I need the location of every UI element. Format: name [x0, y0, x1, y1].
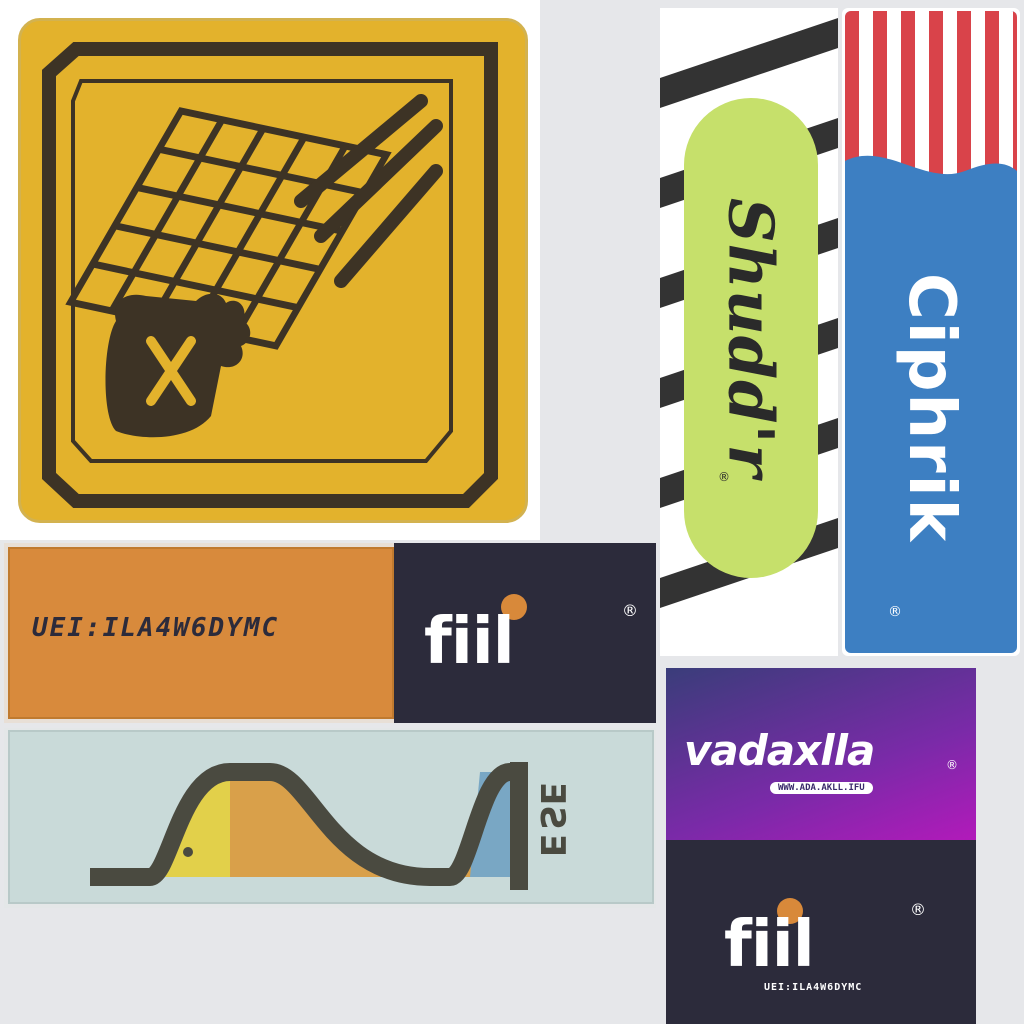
- shudder-sticker: Shudd'r ®: [660, 8, 838, 656]
- vadaxlla-registered-mark: ®: [946, 758, 958, 772]
- purple-panel-sticker: vadaxlla ® WWW.ADA.AKLL.IFU: [666, 668, 976, 840]
- warning-sign-icon: [42, 42, 498, 508]
- sine-vertical-text: ƎƧƎ: [532, 781, 572, 859]
- ciphrik-registered-mark: ®: [888, 604, 902, 620]
- fiil-logo: fiil: [424, 605, 515, 679]
- vadaxlla-logo: vadaxlla: [684, 726, 875, 775]
- dark-panel-sticker: fiil ® UEI:ILA4W6DYMC: [666, 840, 976, 1024]
- warning-sticker: [0, 0, 540, 540]
- shudder-logo: Shudd'r: [714, 197, 788, 479]
- dark-fiil-logo: fiil: [724, 908, 815, 982]
- orange-panel-sticker: UEI:ILA4W6DYMC fiil ®: [4, 543, 656, 723]
- fiil-registered-mark: ®: [622, 601, 638, 620]
- dark-fiil-registered-mark: ®: [910, 900, 926, 919]
- fist-icon: [105, 293, 251, 438]
- ciphrik-logo: Ciphrik: [894, 272, 968, 544]
- shudder-registered-mark: ®: [718, 470, 730, 484]
- dark-fiil-tagline: UEI:ILA4W6DYMC: [764, 982, 863, 993]
- red-stripes: [845, 11, 1017, 211]
- vadaxlla-url: WWW.ADA.AKLL.IFU: [770, 782, 873, 794]
- slash-marks-icon: [294, 94, 443, 288]
- warning-sticker-card: [18, 18, 528, 523]
- sine-panel-sticker: ƎƧƎ: [4, 728, 656, 908]
- ciphrik-sticker: Ciphrik ®: [842, 8, 1020, 656]
- orange-panel-code-text: UEI:ILA4W6DYMC: [32, 613, 280, 643]
